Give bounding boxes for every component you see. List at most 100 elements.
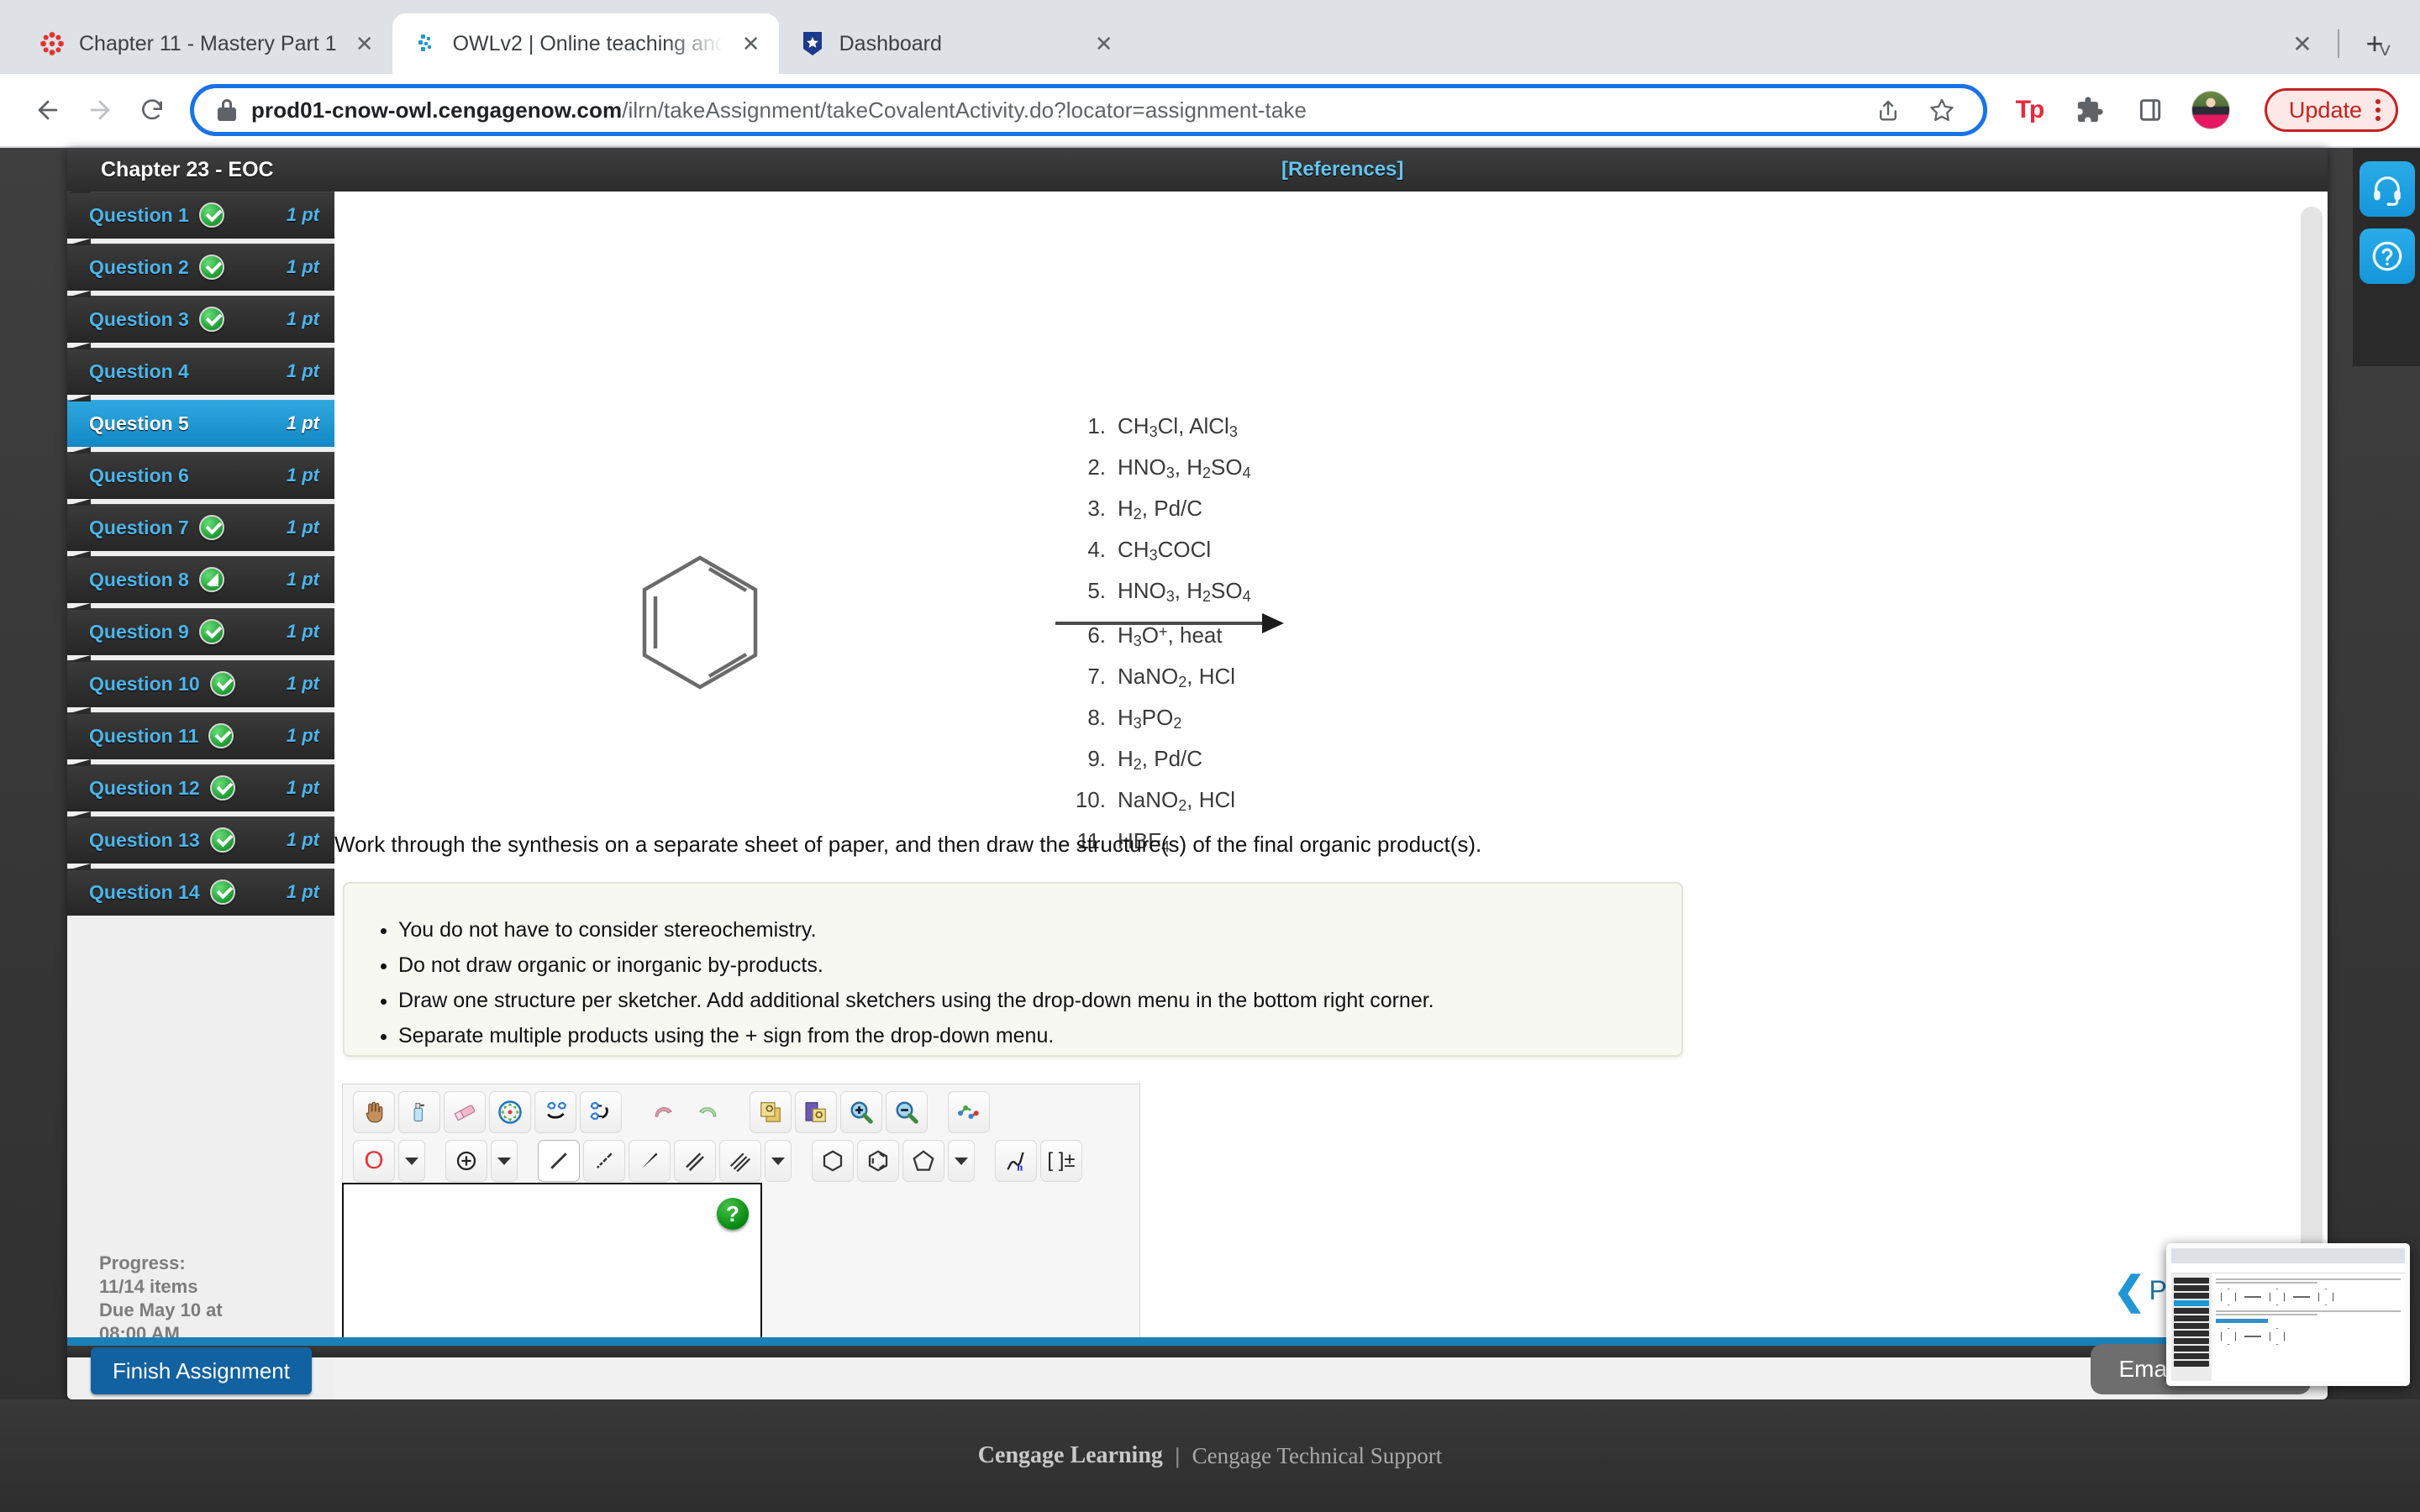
select-all-icon[interactable]	[489, 1091, 531, 1133]
sidebar-question-8[interactable]: Question 8 1 pt	[67, 556, 334, 603]
update-label: Update	[2288, 97, 2362, 123]
clean-structure-icon[interactable]	[948, 1091, 990, 1133]
single-bond-icon[interactable]	[538, 1140, 580, 1182]
ring-dropdown-caret[interactable]	[948, 1140, 975, 1182]
flip-icon[interactable]	[580, 1091, 622, 1133]
tab-close-button[interactable]: ✕	[737, 29, 765, 58]
instruction-list: You do not have to consider stereochemis…	[398, 912, 1681, 1053]
reagent-list: 1. CH3Cl, AlCl3 2. HNO3, H2SO4 3. H2, Pd/C 4. C…	[1065, 408, 1251, 864]
progress-label: Progress:	[99, 1252, 186, 1273]
avatar[interactable]	[2189, 88, 2233, 132]
sketcher-toolbar-row-1	[343, 1084, 1139, 1133]
browser-tab-1[interactable]: Chapter 11 - Mastery Part 1 ✕	[18, 13, 392, 74]
solid-wedge-bond-icon[interactable]	[629, 1140, 671, 1182]
address-bar[interactable]: prod01-cnow-owl.cengagenow.com/ilrn/take…	[190, 84, 1987, 136]
turnitin-extension-icon[interactable]: Tp	[2007, 88, 2051, 132]
reload-button[interactable]	[126, 84, 178, 136]
reagent-step-9: 9. H2, Pd/C	[1087, 746, 1203, 773]
bracket-charge-icon[interactable]: [ ]±	[1040, 1140, 1082, 1182]
question-label: Question 11	[89, 724, 199, 747]
eraser-icon[interactable]	[444, 1091, 486, 1133]
sidebar-question-10[interactable]: Question 10 1 pt	[67, 660, 334, 707]
question-circle-icon[interactable]	[2360, 228, 2415, 284]
canvas-help-icon[interactable]: ?	[717, 1198, 749, 1230]
question-sidebar: Question 1 1 pt Question 2 1 pt Question 3 1 …	[67, 192, 334, 1399]
cyclopentane-icon[interactable]	[902, 1140, 944, 1182]
tab-close-button[interactable]: ✕	[1090, 29, 1118, 58]
question-content: 1. CH3Cl, AlCl3 2. HNO3, H2SO4 3. H2, Pd/C 4. C…	[334, 192, 2328, 1346]
zoom-out-icon[interactable]	[886, 1091, 928, 1133]
redo-icon[interactable]	[687, 1091, 729, 1133]
sidebar-question-4[interactable]: Question 4 1 pt	[67, 348, 334, 395]
question-points: 1 pt	[286, 881, 319, 902]
sketcher-canvas[interactable]: ?	[342, 1183, 762, 1346]
tab-title: Dashboard	[839, 32, 942, 55]
update-button[interactable]: Update	[2264, 88, 2398, 132]
reagent-step-3: 3. H2, Pd/C	[1087, 496, 1203, 522]
share-icon[interactable]	[1870, 92, 1906, 128]
double-bond-icon[interactable]	[674, 1140, 716, 1182]
scrollbar-thumb[interactable]	[2301, 207, 2323, 1346]
star-icon[interactable]	[1924, 92, 1960, 128]
checkmark-icon	[198, 202, 224, 228]
browser-tab-3[interactable]: Dashboard ✕	[779, 13, 1132, 74]
close-icon[interactable]: ✕	[2279, 20, 2326, 67]
puzzle-icon[interactable]	[2068, 88, 2112, 132]
charge-dropdown-caret[interactable]	[491, 1140, 518, 1182]
browser-tab-2[interactable]: OWLv2 | Online teaching and le ✕	[392, 13, 779, 74]
forward-button[interactable]	[74, 84, 126, 136]
triple-bond-icon[interactable]	[719, 1140, 761, 1182]
sidebar-question-11[interactable]: Question 11 1 pt	[67, 712, 334, 759]
oxygen-atom-icon[interactable]: O	[353, 1140, 395, 1182]
content-scrollbar[interactable]	[2301, 192, 2328, 1346]
sidebar-question-12[interactable]: Question 12 1 pt	[67, 764, 334, 811]
sidebar-question-5[interactable]: Question 5 1 pt	[67, 400, 334, 447]
thumb-sidebar	[2171, 1273, 2212, 1381]
eraser-spray-icon[interactable]	[398, 1091, 440, 1133]
headset-icon[interactable]	[2360, 161, 2415, 217]
sidebar-question-2[interactable]: Question 2 1 pt	[67, 244, 334, 291]
benzene-icon[interactable]	[857, 1140, 899, 1182]
references-link[interactable]: [References]	[1281, 148, 1403, 192]
sidebar-question-3[interactable]: Question 3 1 pt	[67, 296, 334, 343]
zoom-in-icon[interactable]	[840, 1091, 882, 1133]
sidebar-question-13[interactable]: Question 13 1 pt	[67, 816, 334, 864]
tab-close-button[interactable]: ✕	[350, 29, 379, 58]
instruction-item-2: Do not draw organic or inorganic by-prod…	[398, 948, 1681, 983]
cyclohexane-icon[interactable]	[812, 1140, 854, 1182]
footer-support-link[interactable]: Cengage Technical Support	[1192, 1443, 1443, 1469]
tabstrip-right-controls: ✕ +	[2279, 13, 2420, 74]
sidebar-question-1[interactable]: Question 1 1 pt	[67, 192, 334, 239]
divider	[2338, 29, 2339, 58]
kebab-menu-icon[interactable]	[2375, 99, 2381, 121]
thumb-tabstrip	[2171, 1248, 2405, 1263]
polymer-n-icon[interactable]: n	[995, 1140, 1037, 1182]
paste-icon[interactable]	[795, 1091, 837, 1133]
atom-dropdown-caret[interactable]	[398, 1140, 425, 1182]
extensions-row: Tp Update	[2002, 88, 2398, 132]
shield-star-icon	[799, 30, 826, 57]
checkmark-icon	[208, 723, 234, 748]
pan-hand-icon[interactable]	[353, 1091, 395, 1133]
rotate-2d-icon[interactable]	[534, 1091, 576, 1133]
back-button[interactable]	[22, 84, 74, 136]
copy-icon[interactable]	[750, 1091, 792, 1133]
bond-dropdown-caret[interactable]	[765, 1140, 792, 1182]
sidebar-question-14[interactable]: Question 14 1 pt	[67, 869, 334, 916]
thumb-body	[2171, 1273, 2405, 1381]
finish-assignment-button[interactable]: Finish Assignment	[91, 1347, 312, 1394]
charge-plus-icon[interactable]	[445, 1140, 487, 1182]
footer-brand: Cengage Learning	[977, 1442, 1163, 1468]
hash-wedge-bond-icon[interactable]	[583, 1140, 625, 1182]
undo-icon[interactable]	[642, 1091, 684, 1133]
chevron-down-icon[interactable]: ˅	[2379, 38, 2391, 64]
question-points: 1 pt	[286, 360, 319, 381]
sidepanel-icon[interactable]	[2128, 88, 2172, 132]
reagent-step-2: 2. HNO3, H2SO4	[1087, 454, 1251, 481]
screenshot-preview-thumbnail[interactable]	[2166, 1243, 2410, 1386]
sidebar-question-6[interactable]: Question 6 1 pt	[67, 452, 334, 499]
sidebar-question-9[interactable]: Question 9 1 pt	[67, 608, 334, 655]
question-label: Question 6	[89, 464, 189, 486]
sidebar-question-7[interactable]: Question 7 1 pt	[67, 504, 334, 551]
assignment-header	[67, 148, 2328, 192]
